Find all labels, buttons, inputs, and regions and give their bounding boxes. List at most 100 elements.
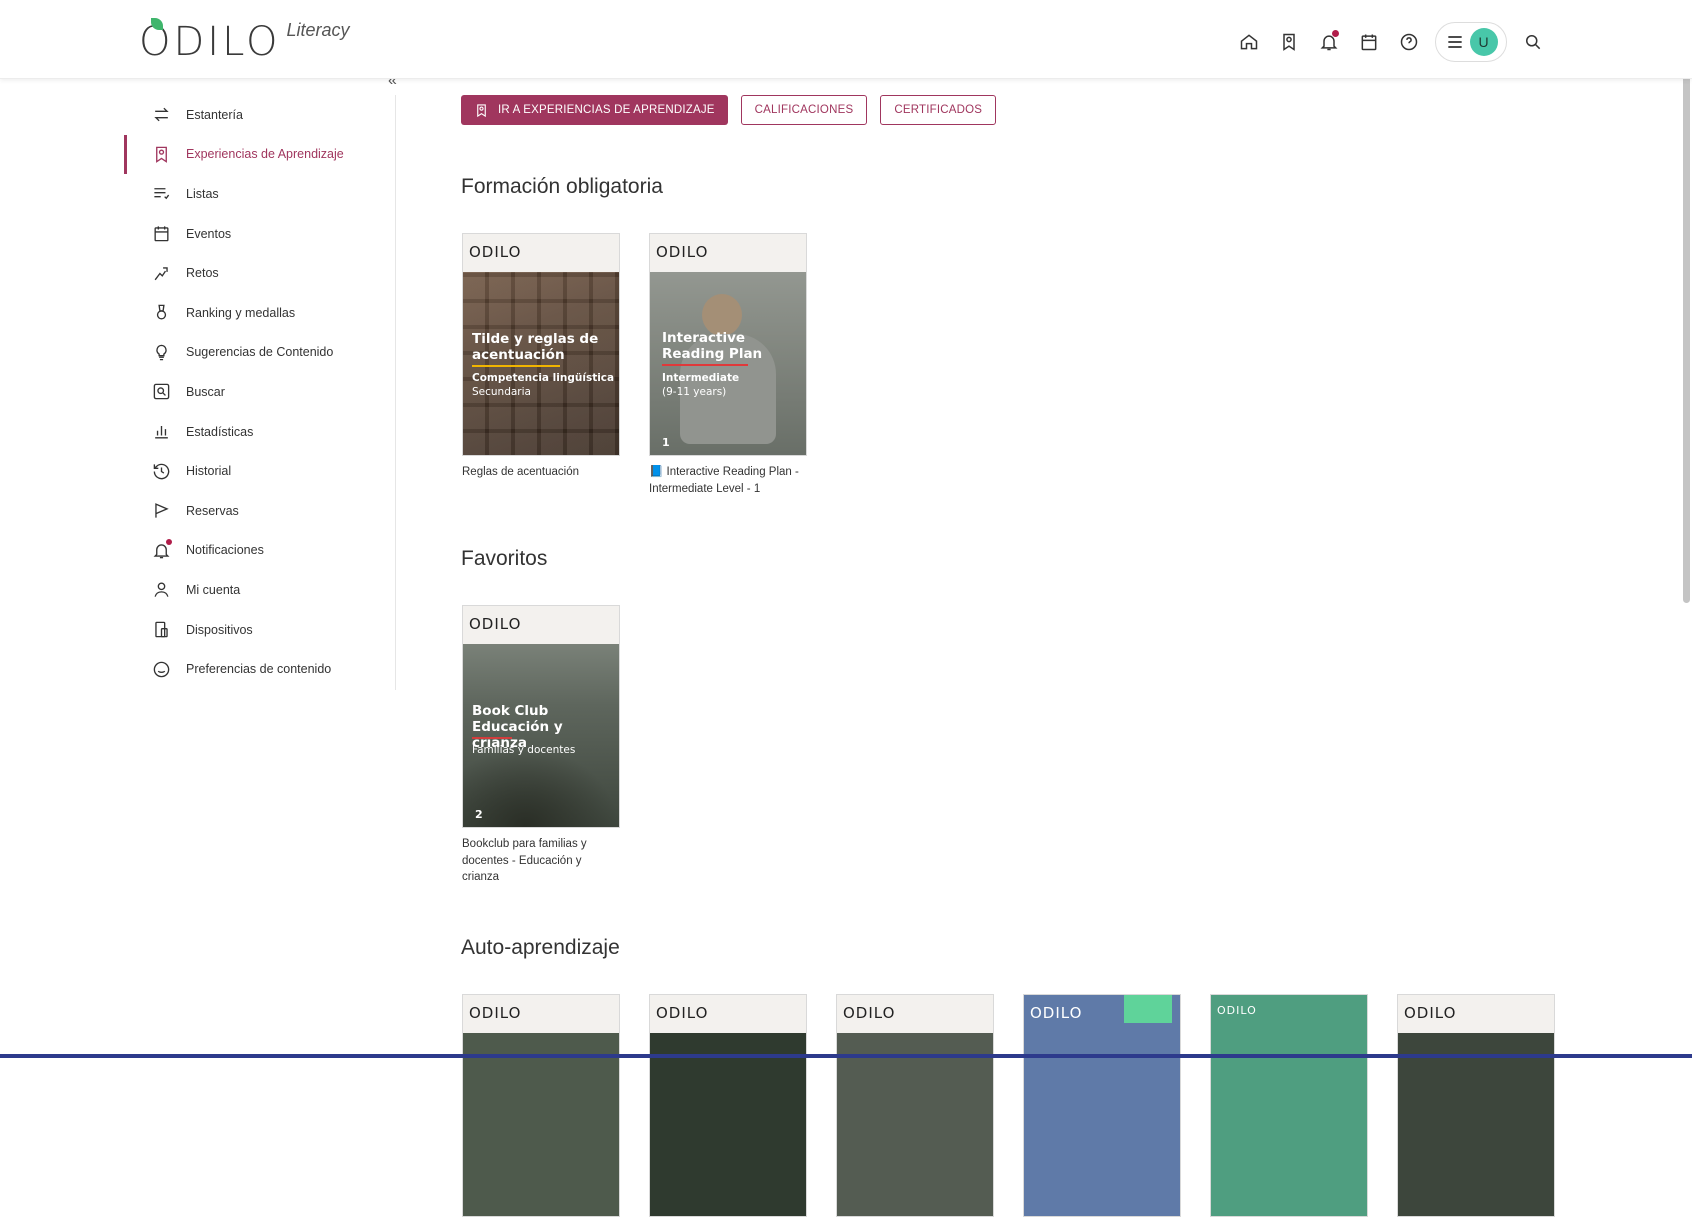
cover-logo: ODILO xyxy=(1404,1004,1457,1022)
sidebar-item-label: Estantería xyxy=(186,107,243,122)
card-label: Bookclub para familias y docentes - Educ… xyxy=(462,838,587,883)
sidebar-item-buscar[interactable]: Buscar xyxy=(125,372,395,412)
card-self-3[interactable]: ODILO xyxy=(836,994,994,1217)
sidebar-item-reservas[interactable]: Reservas xyxy=(125,491,395,531)
list-heart-icon xyxy=(154,188,170,200)
cover-title: Book Club xyxy=(472,703,549,719)
learning-icon[interactable] xyxy=(1275,28,1303,56)
cover-logo: ODILO xyxy=(1217,1004,1257,1017)
section-title-mandatory: Formación obligatoria xyxy=(461,175,663,198)
card-reading-plan[interactable]: ODILO Interactive Reading Plan Intermedi… xyxy=(649,233,807,497)
cover-number: 2 xyxy=(475,808,483,821)
lightbulb-icon xyxy=(156,344,167,361)
cover-image: ODILO xyxy=(1023,994,1181,1217)
cover-image: ODILO xyxy=(1397,994,1555,1217)
user-menu-button[interactable]: U xyxy=(1435,22,1507,62)
sidebar-item-experiencias[interactable]: Experiencias de Aprendizaje xyxy=(124,134,395,175)
go-to-learning-button[interactable]: IR A EXPERIENCIAS DE APRENDIZAJE xyxy=(461,95,728,125)
avatar: U xyxy=(1469,28,1498,56)
sidebar-item-label: Historial xyxy=(186,464,232,479)
sidebar-item-ranking[interactable]: Ranking y medallas xyxy=(125,293,395,333)
sidebar-item-label: Estadísticas xyxy=(186,424,254,439)
grades-button[interactable]: CALIFICACIONES xyxy=(740,95,868,125)
cover-image: ODILO xyxy=(836,994,994,1217)
calendar-icon xyxy=(154,226,169,242)
cover-title: Interactive xyxy=(662,330,746,346)
section-title-favorites: Favoritos xyxy=(461,547,548,570)
sidebar-item-listas[interactable]: Listas xyxy=(125,174,395,214)
odilo-logo[interactable]: ODILO Literacy xyxy=(139,18,350,64)
section-title-self-learning: Auto-aprendizaje xyxy=(461,936,620,959)
card-self-4[interactable]: ODILO xyxy=(1023,994,1181,1217)
cover-logo: ODILO xyxy=(843,1004,896,1022)
sidebar-item-mi-cuenta[interactable]: Mi cuenta xyxy=(125,570,395,610)
sidebar-item-label: Preferencias de contenido xyxy=(186,662,332,677)
card-self-1[interactable]: ODILO xyxy=(462,994,620,1217)
history-icon xyxy=(153,463,170,479)
sidebar-item-label: Listas xyxy=(186,186,219,201)
sidebar-item-historial[interactable]: Historial xyxy=(125,451,395,491)
notification-dot xyxy=(166,538,172,545)
card-label: Reglas de acentuación xyxy=(462,466,579,478)
card-self-6[interactable]: ODILO xyxy=(1397,994,1555,1217)
sidebar-item-label: Dispositivos xyxy=(186,622,253,637)
home-icon[interactable] xyxy=(1235,28,1263,56)
page-scrollbar[interactable] xyxy=(1683,28,1690,603)
logo-subtitle: Literacy xyxy=(286,20,350,40)
help-icon[interactable] xyxy=(1395,28,1423,56)
calendar-icon[interactable] xyxy=(1355,28,1383,56)
sidebar-item-sugerencias[interactable]: Sugerencias de Contenido xyxy=(125,333,395,373)
cover-title: Tilde y reglas de xyxy=(472,331,599,347)
card-book-club[interactable]: ODILO Book Club Educación y crianza Fami… xyxy=(462,605,620,886)
cover-image: ODILO Tilde y reglas de acentuación Comp… xyxy=(462,233,620,456)
cover-subtitle: Intermediate xyxy=(662,372,740,384)
sidebar-item-label: Eventos xyxy=(186,226,232,241)
smile-icon xyxy=(153,661,170,677)
sidebar-item-estanteria[interactable]: Estantería xyxy=(125,95,395,135)
search-icon[interactable] xyxy=(1519,28,1547,56)
cover-subtitle: Secundaria xyxy=(472,386,531,398)
sidebar-item-dispositivos[interactable]: Dispositivos xyxy=(125,610,395,650)
card-tilde[interactable]: ODILO Tilde y reglas de acentuación Comp… xyxy=(462,233,620,481)
sidebar-item-eventos[interactable]: Eventos xyxy=(125,214,395,254)
card-self-5[interactable]: ODILO xyxy=(1210,994,1368,1217)
cover-number: 1 xyxy=(662,436,670,449)
cover-logo: ODILO xyxy=(469,1004,522,1022)
cover-image: ODILO xyxy=(462,994,620,1217)
sidebar-item-retos[interactable]: Retos xyxy=(125,253,395,293)
cover-logo: ODILO xyxy=(469,615,522,633)
card-self-2[interactable]: ODILO xyxy=(649,994,807,1217)
cover-image: ODILO Interactive Reading Plan Intermedi… xyxy=(649,233,807,456)
sidebar-item-label: Experiencias de Aprendizaje xyxy=(186,147,344,162)
sidebar-item-estadisticas[interactable]: Estadísticas xyxy=(125,412,395,452)
devices-icon xyxy=(155,621,168,638)
top-header: ODILO Literacy U xyxy=(0,0,1692,79)
sidebar-item-label: Notificaciones xyxy=(186,543,264,558)
cover-subtitle: Competencia lingüística xyxy=(472,372,615,384)
sidebar-item-label: Sugerencias de Contenido xyxy=(186,345,334,360)
card-label: 📘 Interactive Reading Plan - Intermediat… xyxy=(649,466,799,495)
bottom-edge xyxy=(0,1054,1692,1058)
cover-subtitle: (9-11 years) xyxy=(662,386,727,398)
cover-subtitle: Familias y docentes xyxy=(472,744,576,756)
cover-logo: ODILO xyxy=(656,243,709,261)
learning-bookmark-icon xyxy=(477,103,486,117)
cover-image: ODILO xyxy=(1210,994,1368,1217)
sidebar-item-preferencias[interactable]: Preferencias de contenido xyxy=(125,649,395,689)
cover-logo: ODILO xyxy=(469,243,522,261)
cover-image: ODILO Book Club Educación y crianza Fami… xyxy=(462,605,620,828)
cover-title: Reading Plan xyxy=(662,346,763,362)
sidebar-item-label: Reservas xyxy=(186,503,239,518)
bell-icon[interactable] xyxy=(1315,28,1343,56)
cover-logo: ODILO xyxy=(656,1004,709,1022)
flag-icon xyxy=(155,503,169,518)
main-content: IR A EXPERIENCIAS DE APRENDIZAJE CALIFIC… xyxy=(461,95,1561,1217)
cover-logo: ODILO xyxy=(1030,1004,1083,1022)
bar-chart-icon xyxy=(155,426,168,439)
certificates-button[interactable]: CERTIFICADOS xyxy=(880,95,997,125)
sidebar-item-label: Ranking y medallas xyxy=(186,305,296,320)
learning-bookmark-icon xyxy=(156,146,167,163)
sidebar-item-notificaciones[interactable]: Notificaciones xyxy=(125,531,395,571)
sidebar: Estantería Experiencias de Aprendizaje L… xyxy=(124,95,396,690)
user-icon xyxy=(154,582,169,598)
